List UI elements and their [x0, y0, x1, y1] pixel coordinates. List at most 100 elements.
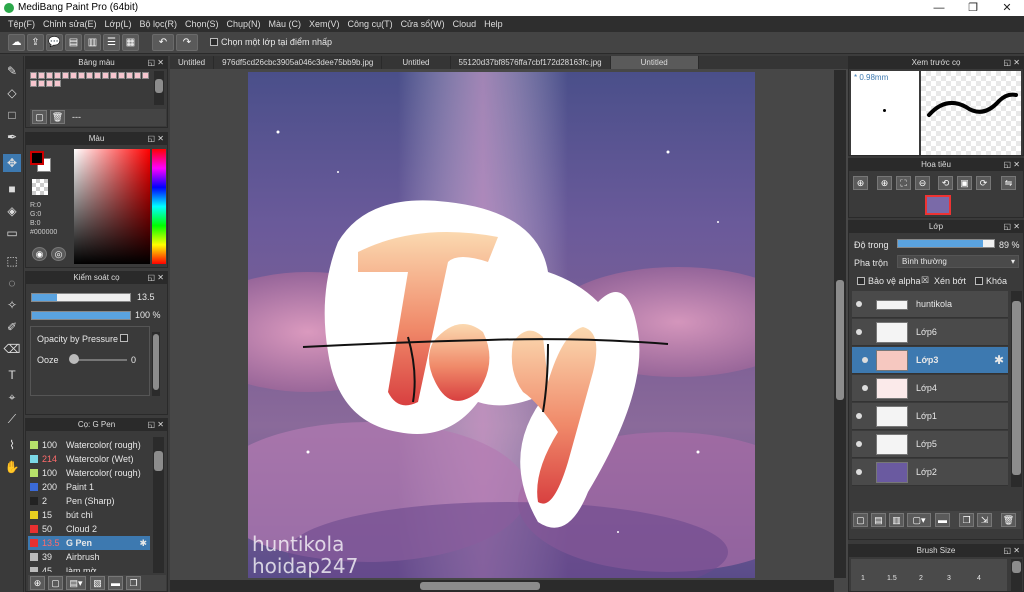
gear-icon[interactable]: ✱	[139, 536, 147, 550]
visibility-icon[interactable]	[856, 329, 862, 335]
panel-controls-icon[interactable]: ◱ ✕	[1004, 545, 1020, 557]
palette-swatch[interactable]	[54, 80, 61, 87]
artwork-canvas[interactable]: huntikola hoidap247	[248, 72, 755, 578]
new-1bit-layer-icon[interactable]: ▥	[889, 513, 904, 527]
zoom-fit-icon[interactable]: ⊕	[853, 176, 868, 190]
checkbox-box[interactable]	[210, 38, 218, 46]
brush-item-selected[interactable]: 13.5 G Pen ✱	[28, 536, 150, 550]
close-button[interactable]: ✕	[990, 0, 1024, 16]
brush-list-scrollbar[interactable]	[153, 437, 164, 573]
eyedropper-tool-icon[interactable]: ⌇	[3, 436, 21, 454]
blend-mode-select[interactable]: Bình thường ▾	[897, 255, 1019, 268]
palette-swatch[interactable]	[70, 72, 77, 79]
new-layer-icon[interactable]: ▢	[853, 513, 868, 527]
brush-item[interactable]: 214 Watercolor (Wet)	[28, 452, 150, 466]
palette-swatch[interactable]	[126, 72, 133, 79]
canvas-horizontal-scrollbar[interactable]	[170, 580, 834, 592]
lock-checkbox[interactable]	[975, 277, 983, 285]
panel-controls-icon[interactable]: ◱ ✕	[148, 419, 164, 431]
ooze-slider[interactable]	[71, 359, 127, 361]
palette-swatch[interactable]	[46, 72, 53, 79]
palette-swatch[interactable]	[38, 72, 45, 79]
layer-row[interactable]: Lớp4	[852, 375, 1008, 402]
divide-tool-icon[interactable]: ⟋	[3, 410, 21, 428]
brush-item[interactable]: 50 Cloud 2	[28, 522, 150, 536]
rectangle-tool-icon[interactable]: □	[3, 106, 21, 124]
select-eraser-tool-icon[interactable]: ⌫	[3, 340, 21, 358]
undo-icon[interactable]: ↶	[152, 34, 174, 51]
brush-item[interactable]: 100 Watercolor( rough)	[28, 438, 150, 452]
layer-opacity-slider[interactable]	[897, 239, 995, 248]
grid-icon[interactable]: ▦	[122, 34, 139, 51]
layer-row[interactable]: Lớp5	[852, 431, 1008, 458]
palette-swatch[interactable]	[46, 80, 53, 87]
lasso-tool-icon[interactable]: ◌	[3, 274, 21, 292]
size-option[interactable]: 1	[861, 575, 865, 582]
bucket-tool-icon[interactable]: ◈	[3, 202, 21, 220]
brush-item[interactable]: 45 làm mờ	[28, 564, 150, 572]
layer-row[interactable]: Lớp6	[852, 319, 1008, 346]
menu-filter[interactable]: Bộ lọc(R)	[135, 19, 181, 29]
visibility-icon[interactable]	[856, 413, 862, 419]
zoom-in-icon[interactable]: ⊕	[877, 176, 892, 190]
delete-palette-icon[interactable]: 🗑	[50, 110, 65, 124]
brush-tool-icon[interactable]: ✎	[3, 62, 21, 80]
palette-swatch[interactable]	[118, 72, 125, 79]
scroll-thumb[interactable]	[420, 582, 540, 590]
menu-color[interactable]: Màu (C)	[265, 19, 306, 29]
opacity-pressure-checkbox[interactable]	[120, 334, 128, 342]
duplicate-layer-icon[interactable]: ❐	[959, 513, 974, 527]
brush-item[interactable]: 15 bút chì	[28, 508, 150, 522]
palette-swatch[interactable]	[102, 72, 109, 79]
magic-wand-tool-icon[interactable]: ✧	[3, 296, 21, 314]
panel-controls-icon[interactable]: ◱ ✕	[148, 272, 164, 284]
text-tool-icon[interactable]: T	[3, 366, 21, 384]
layer-row[interactable]: Lớp2	[852, 459, 1008, 486]
list-icon[interactable]: ☰	[103, 34, 120, 51]
palette-swatch[interactable]	[142, 72, 149, 79]
hue-slider[interactable]	[152, 149, 166, 264]
size-option[interactable]: 1.5	[887, 575, 897, 582]
palette-swatch[interactable]	[30, 80, 37, 87]
rotate-right-icon[interactable]: ⟳	[976, 176, 991, 190]
navigator-thumbnail[interactable]	[925, 195, 951, 215]
palette-swatch[interactable]	[30, 72, 37, 79]
fill-rect-tool-icon[interactable]: ■	[3, 180, 21, 198]
menu-layer[interactable]: Lớp(L)	[101, 19, 136, 29]
palette-swatch[interactable]	[62, 72, 69, 79]
brush-control-scrollbar[interactable]	[152, 332, 160, 396]
layer-row[interactable]: Lớp1	[852, 403, 1008, 430]
pen-tool-icon[interactable]: ✒	[3, 128, 21, 146]
scroll-thumb[interactable]	[154, 451, 163, 471]
size-option[interactable]: 2	[919, 575, 923, 582]
actual-size-icon[interactable]: ▣	[957, 176, 972, 190]
layer-scrollbar[interactable]	[1011, 291, 1022, 487]
canvas-vertical-scrollbar[interactable]	[834, 70, 846, 578]
upload-icon[interactable]: ⇪	[27, 34, 44, 51]
add-brush-icon[interactable]: ⊕	[30, 576, 45, 590]
saturation-value-picker[interactable]	[74, 149, 150, 264]
palette-swatch[interactable]	[94, 72, 101, 79]
brush-item[interactable]: 39 Airbrush	[28, 550, 150, 564]
panel-controls-icon[interactable]: ◱ ✕	[148, 133, 164, 145]
menu-file[interactable]: Tệp(F)	[4, 19, 39, 29]
merge-down-icon[interactable]: ⇲	[977, 513, 992, 527]
cloud-icon[interactable]: ☁	[8, 34, 25, 51]
palette-swatch[interactable]	[38, 80, 45, 87]
brush-item[interactable]: 100 Watercolor( rough)	[28, 466, 150, 480]
palette-scrollbar[interactable]	[154, 71, 164, 105]
redo-icon[interactable]: ↷	[176, 34, 198, 51]
panel-controls-icon[interactable]: ◱ ✕	[1004, 221, 1020, 233]
gear-icon[interactable]: ✱	[994, 353, 1004, 367]
zoom-out-icon[interactable]: ⊖	[915, 176, 930, 190]
tab-untitled-2[interactable]: Untitled	[382, 56, 451, 69]
menu-select[interactable]: Chọn(S)	[181, 19, 223, 29]
scroll-thumb[interactable]	[155, 79, 163, 93]
brush-size-slider[interactable]	[31, 293, 131, 302]
fit-window-icon[interactable]: ⛶	[896, 176, 911, 190]
eraser-tool-icon[interactable]: ◇	[3, 84, 21, 102]
menu-cloud[interactable]: Cloud	[449, 19, 481, 29]
new-palette-icon[interactable]: ▢	[32, 110, 47, 124]
tab-image-1[interactable]: 976df5cd26cbc3905a046c3dee75bb9b.jpg	[214, 56, 383, 69]
menu-view[interactable]: Xem(V)	[305, 19, 344, 29]
